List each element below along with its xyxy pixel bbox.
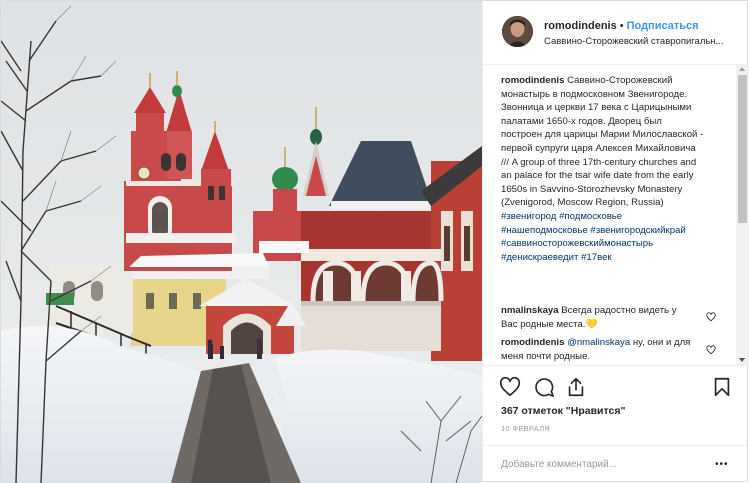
comment-icon[interactable] [533, 376, 555, 398]
instagram-post: romodindenis • Подписаться Саввино-Стороже… [0, 0, 749, 483]
scroll-up-arrow-icon[interactable] [739, 67, 745, 71]
hashtag-link[interactable]: #17век [581, 252, 612, 263]
caption: romodindenis Саввино-Сторожевский монаст… [501, 74, 705, 264]
post-photo[interactable] [1, 1, 482, 483]
comment-like-icon[interactable] [706, 345, 716, 355]
hashtag-link[interactable]: #саввиносторожевскиймонастырь [501, 238, 653, 249]
hashtag-link[interactable]: #звенигородскийкрай [590, 225, 685, 236]
post-author: romodindenis • Подписаться [544, 20, 699, 32]
comment-item: romodindenis @nmalinskaya ну, они и для … [501, 336, 691, 363]
location-link[interactable]: Саввино-Сторожевский ставропигальн... [544, 36, 739, 47]
hashtags: #звенигород #подмосковье #нашеподмосковь… [501, 211, 686, 263]
scroll-down-arrow-icon[interactable] [739, 358, 745, 362]
comments-scrollbar[interactable] [736, 65, 749, 365]
more-options-icon[interactable]: ••• [715, 460, 729, 470]
add-comment-input[interactable] [501, 456, 701, 472]
comment-mention[interactable]: @nmalinskaya [567, 337, 630, 348]
separator-dot: • [619, 20, 624, 32]
hashtag-link[interactable]: #звенигород [501, 211, 556, 222]
post-sidebar: romodindenis • Подписаться Саввино-Стороже… [482, 1, 749, 483]
bookmark-icon[interactable] [711, 376, 733, 398]
comment-username[interactable]: nmalinskaya [501, 305, 559, 316]
follow-button[interactable]: Подписаться [627, 20, 699, 32]
post-header: romodindenis • Подписаться Саввино-Стороже… [483, 1, 749, 65]
comments-list[interactable]: romodindenis Саввино-Сторожевский монаст… [483, 65, 735, 365]
avatar[interactable] [502, 16, 533, 47]
post-actions: 367 отметок "Нравится" 10 ФЕВРАЛЯ ••• [483, 365, 749, 483]
caption-username[interactable]: romodindenis [501, 75, 564, 86]
post-date: 10 ФЕВРАЛЯ [501, 424, 551, 433]
likes-count[interactable]: 367 отметок "Нравится" [501, 405, 625, 417]
hashtag-link[interactable]: #денискраеведит [501, 252, 578, 263]
add-comment-bar: ••• [483, 445, 749, 483]
share-icon[interactable] [565, 376, 587, 398]
caption-text: Саввино-Сторожевский монастырь в подмоск… [501, 75, 704, 209]
comment-like-icon[interactable] [706, 312, 716, 322]
heart-icon[interactable] [499, 376, 521, 398]
comment-username[interactable]: romodindenis [501, 337, 564, 348]
hashtag-link[interactable]: #нашеподмосковье [501, 225, 588, 236]
comment-item: nmalinskaya Всегда радостно видеть у Вас… [501, 304, 691, 331]
hashtag-link[interactable]: #подмосковье [559, 211, 622, 222]
author-username[interactable]: romodindenis [544, 20, 617, 32]
scrollbar-thumb[interactable] [738, 75, 747, 223]
heart-emoji: 💛 [585, 318, 598, 330]
